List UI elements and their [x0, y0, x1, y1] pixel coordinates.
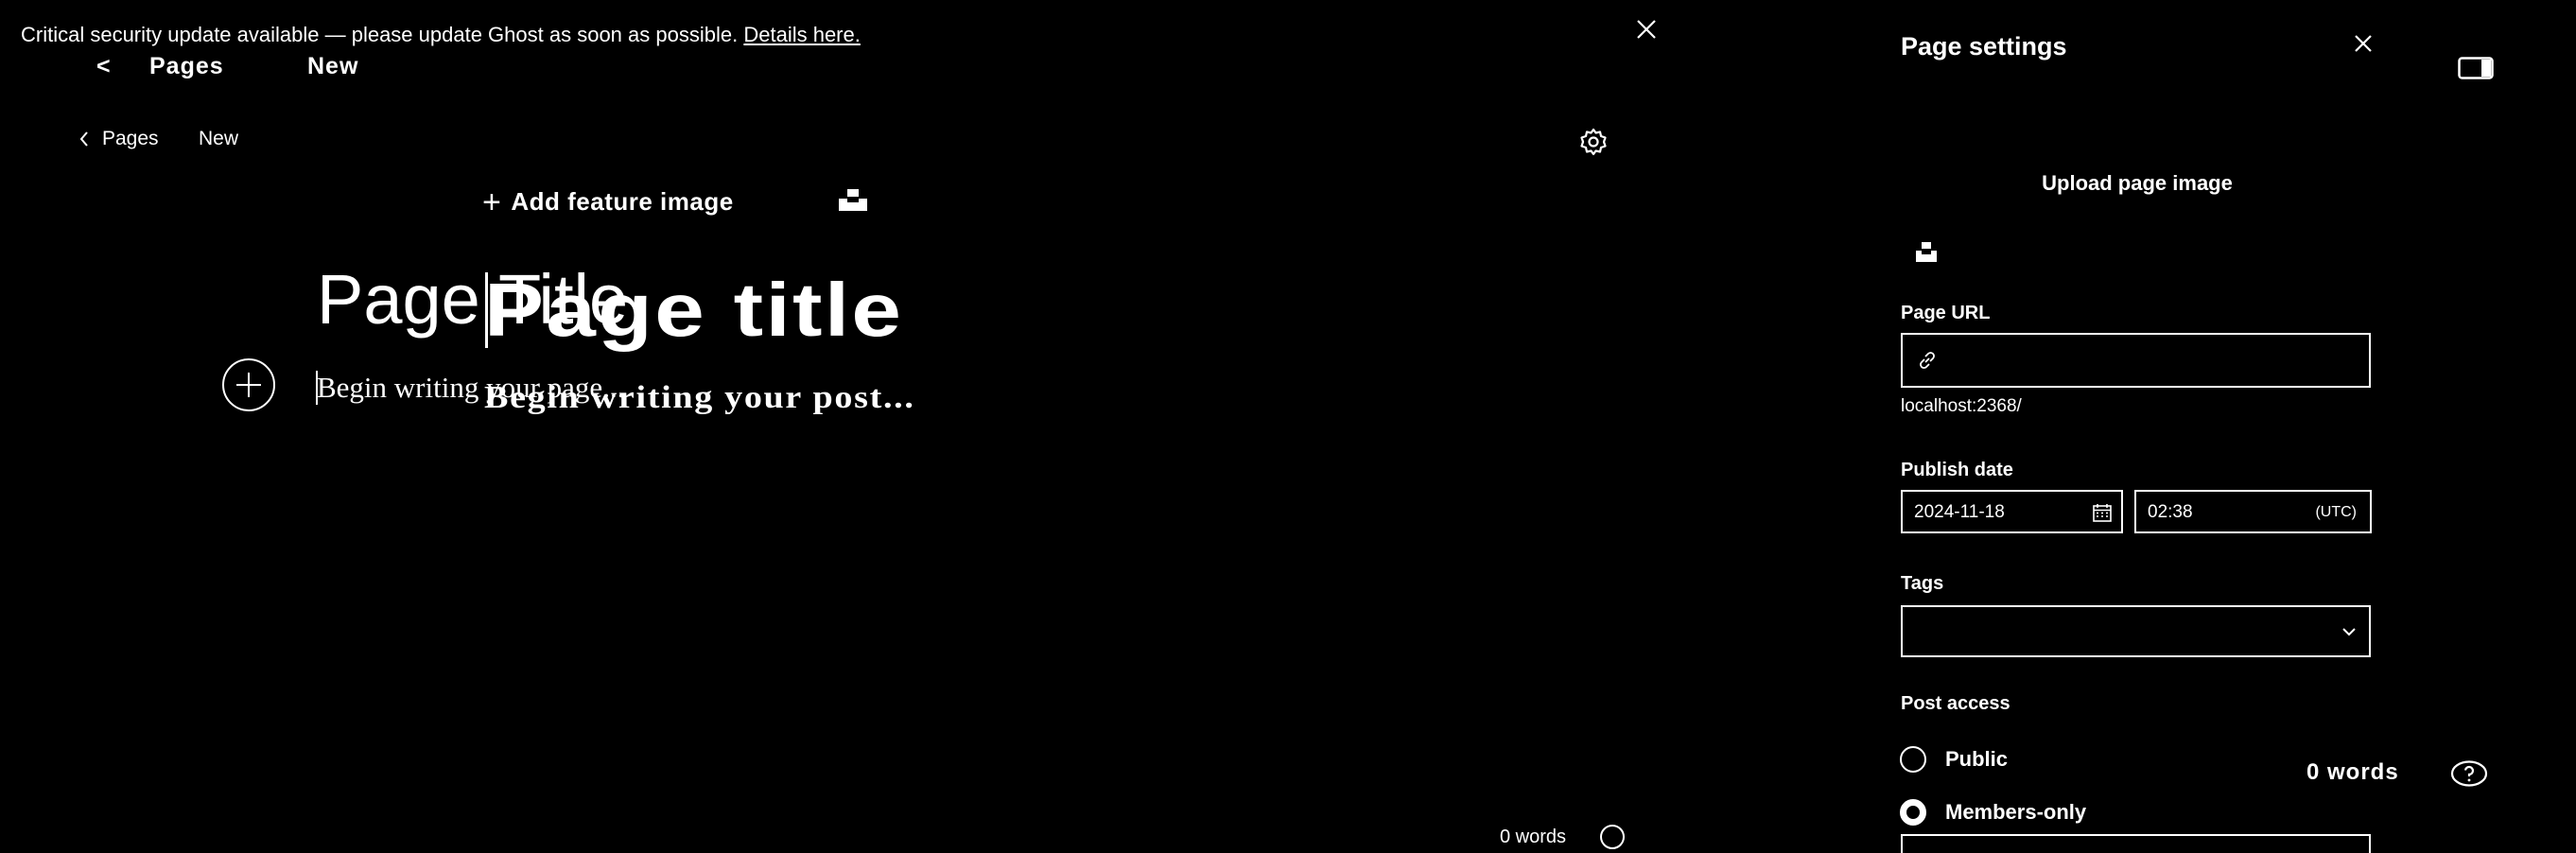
page-url-label: Page URL	[1901, 303, 1991, 323]
upload-page-image-button[interactable]: Upload page image	[1901, 170, 2374, 197]
back-button[interactable]: <	[96, 47, 112, 85]
tags-label: Tags	[1901, 573, 1944, 594]
close-icon[interactable]	[2349, 29, 2377, 58]
page-url-field[interactable]	[1901, 333, 2371, 388]
banner-message: Critical security update available — ple…	[21, 23, 739, 46]
publish-date-label: Publish date	[1901, 460, 2013, 480]
security-banner: Critical security update available — ple…	[21, 21, 861, 49]
banner-details-link[interactable]: Details here.	[743, 23, 861, 46]
timezone-label: (UTC)	[2315, 504, 2357, 520]
add-feature-image-label: Add feature image	[511, 187, 734, 216]
calendar-icon[interactable]	[2092, 502, 2113, 523]
help-icon[interactable]	[2450, 760, 2488, 787]
post-access-label: Post access	[1901, 693, 2010, 714]
publish-time-value: 02:38	[2148, 502, 2193, 522]
body-overlay: Begin writing your post...	[484, 380, 915, 415]
page-url-input[interactable]	[1952, 335, 2358, 386]
help-icon[interactable]	[1600, 825, 1625, 849]
chevron-down-icon	[2342, 628, 2356, 636]
unsplash-icon[interactable]	[1915, 240, 1938, 263]
page-title-overlay: Page title	[484, 268, 904, 352]
breadcrumb-pages[interactable]: Pages	[102, 125, 159, 153]
body-text-cursor	[316, 371, 318, 405]
word-count-editor: 0 words	[1500, 827, 1567, 847]
breadcrumb-pages-large[interactable]: Pages	[149, 47, 224, 85]
breadcrumb-new-large: New	[307, 53, 359, 79]
unsplash-icon[interactable]	[838, 187, 868, 212]
page-url-hint: localhost:2368/	[1901, 396, 2022, 416]
publish-date-value: 2024-11-18	[1914, 502, 2005, 522]
breadcrumb-new: New	[199, 128, 239, 149]
close-icon[interactable]	[1632, 15, 1661, 44]
tags-select[interactable]	[1901, 605, 2371, 657]
plus-circle-icon[interactable]	[222, 358, 275, 411]
access-tier-select[interactable]	[1901, 834, 2371, 853]
gear-icon[interactable]	[1577, 126, 1610, 158]
publish-date-field[interactable]: 2024-11-18	[1901, 490, 2123, 533]
radio-public-label[interactable]: Public	[1945, 746, 2008, 773]
plus-icon: +	[482, 184, 502, 220]
link-icon	[1920, 352, 1935, 369]
panel-title: Page settings	[1901, 32, 2067, 61]
sidebar-toggle-icon[interactable]	[2458, 57, 2494, 79]
word-count-panel: 0 words	[2306, 759, 2399, 785]
radio-members-only-label[interactable]: Members-only	[1945, 799, 2086, 826]
chevron-left-icon[interactable]	[78, 131, 91, 148]
radio-members-only[interactable]	[1900, 799, 1926, 826]
publish-time-field[interactable]: 02:38 (UTC)	[2134, 490, 2372, 533]
radio-public[interactable]	[1900, 746, 1926, 773]
add-feature-image-button[interactable]: + Add feature image	[482, 185, 734, 218]
